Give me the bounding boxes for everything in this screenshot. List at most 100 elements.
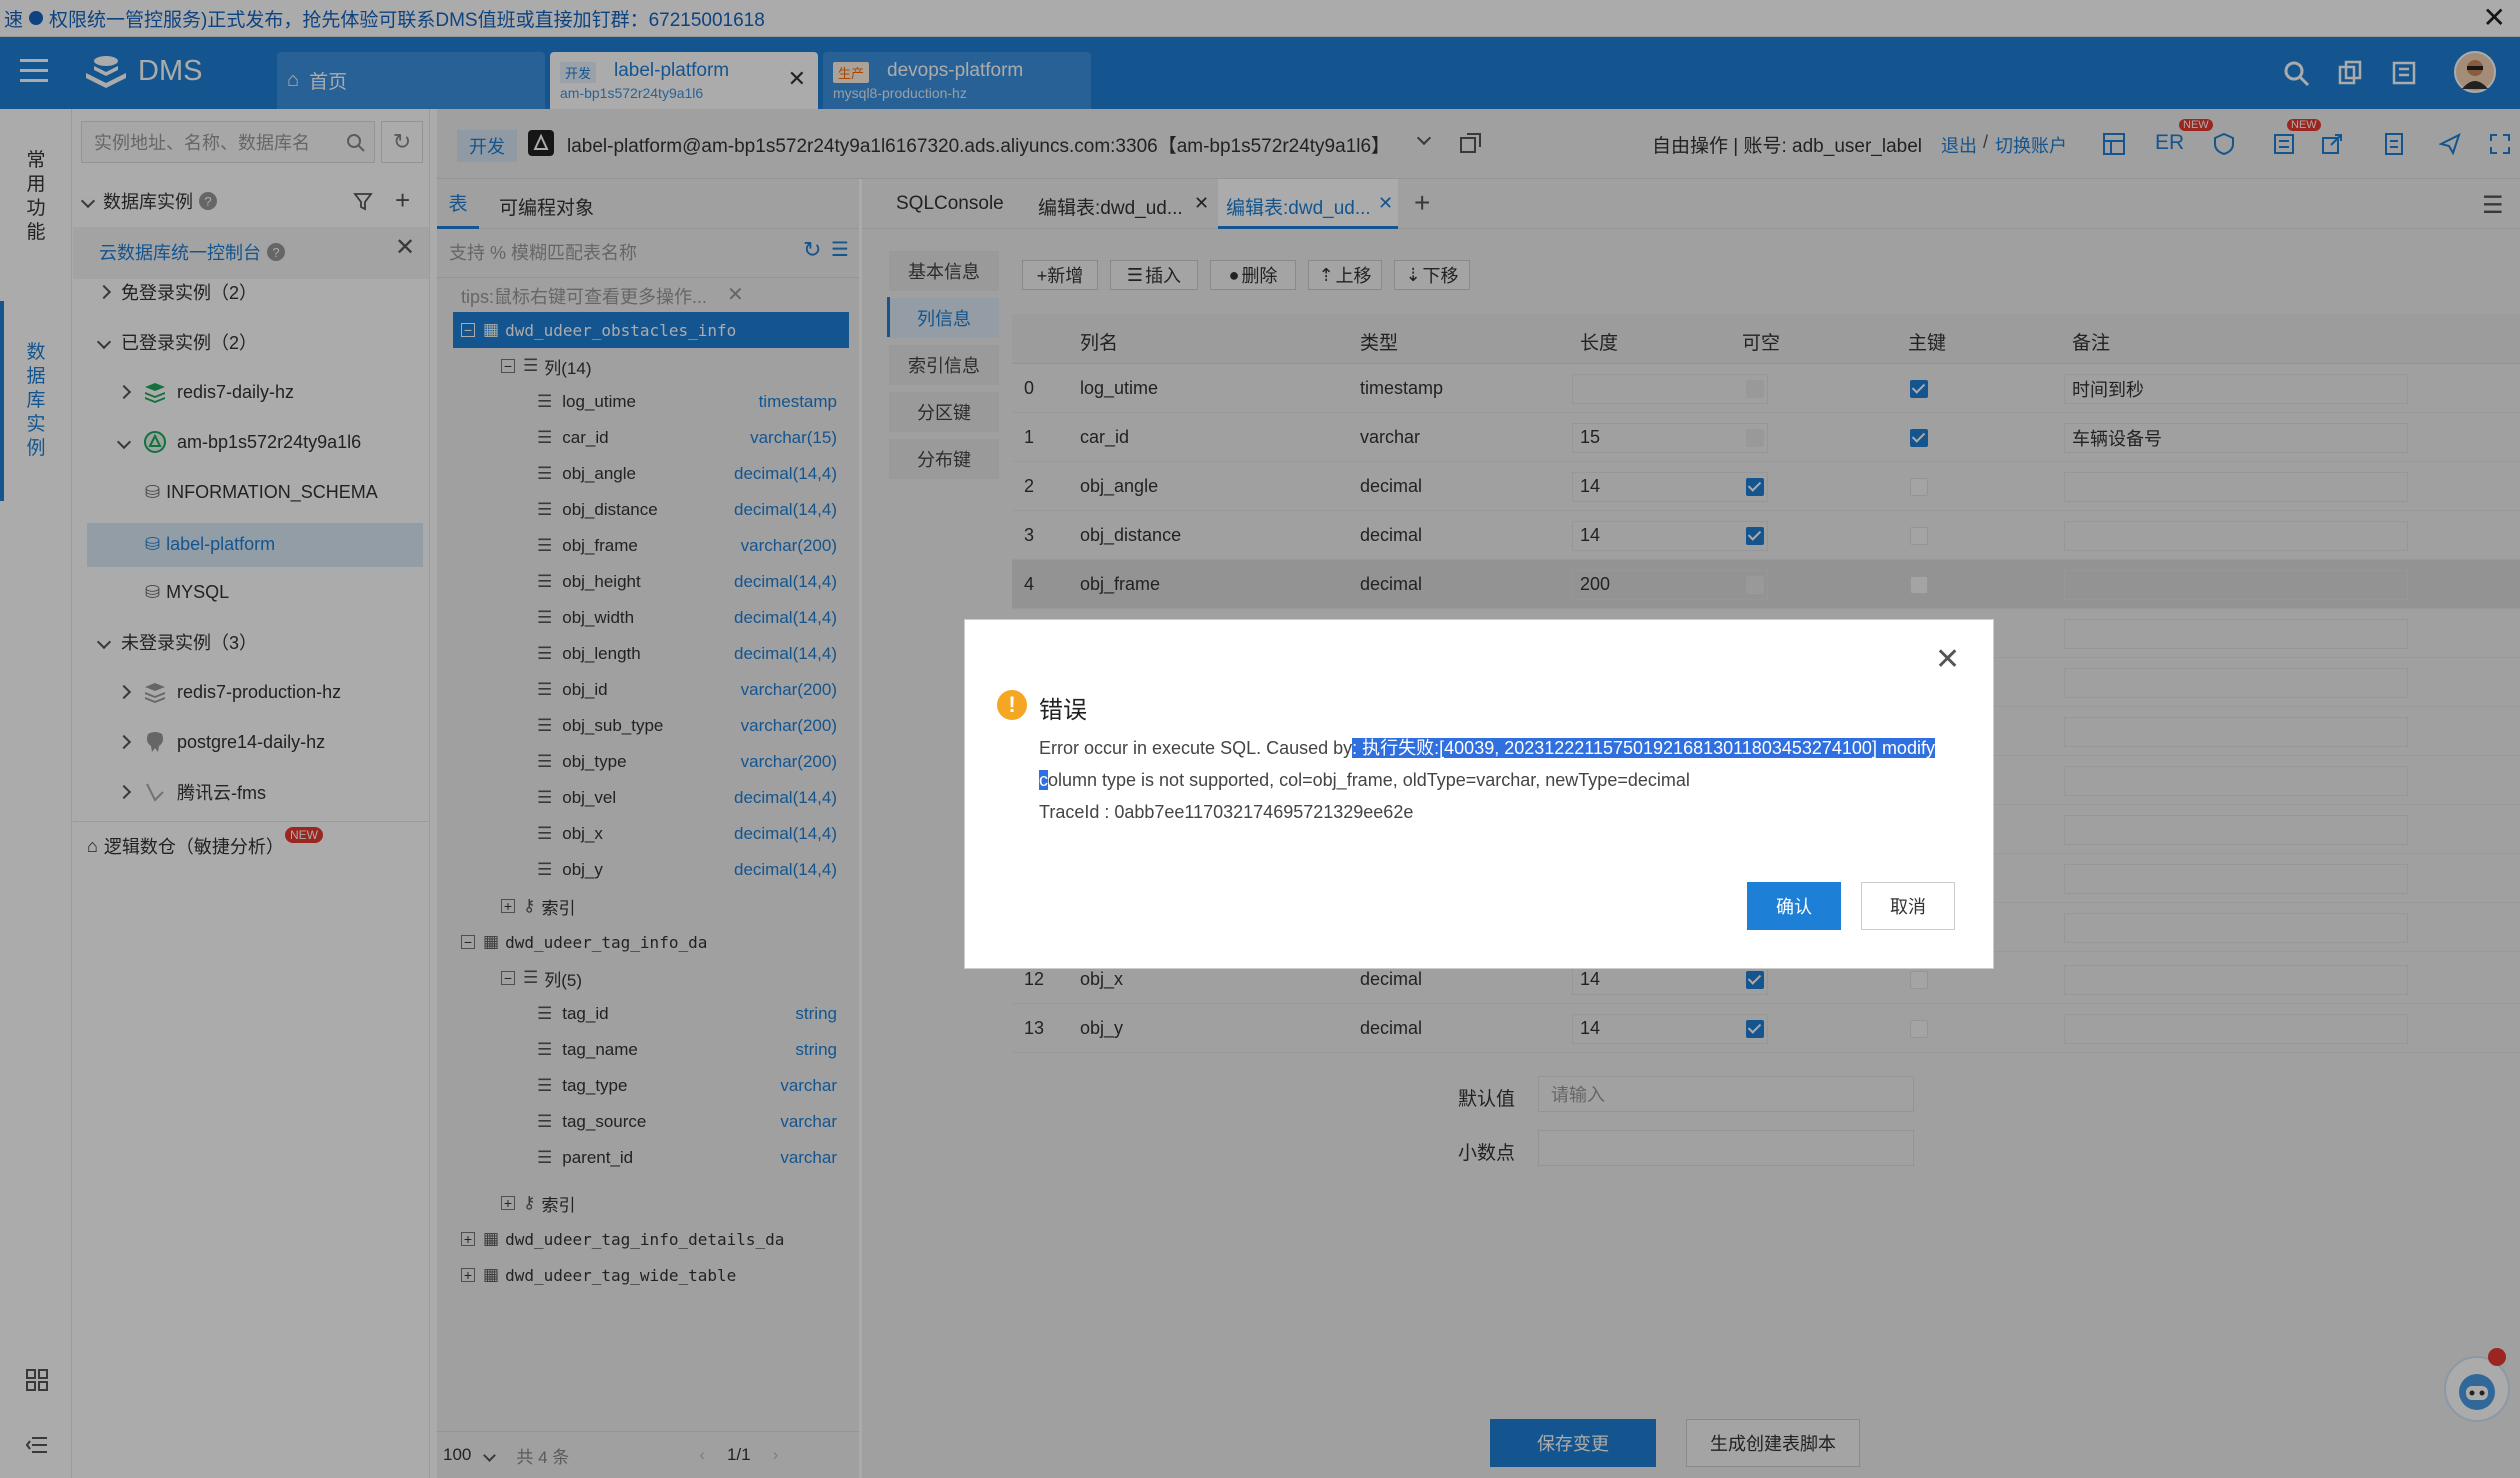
remark-input[interactable]	[2064, 1014, 2408, 1044]
remark-input[interactable]	[2064, 815, 2408, 845]
primary-key-checkbox[interactable]	[1910, 970, 1928, 989]
tab-home[interactable]: ⌂ 首页	[277, 52, 545, 109]
refresh-icon[interactable]: ↻	[803, 237, 821, 263]
toolbar-button[interactable]: ⇣ 下移	[1394, 260, 1470, 290]
switch-account-link[interactable]: 切换账户	[1995, 132, 2067, 158]
column-row[interactable]: ☰ obj_type varchar(200)	[537, 744, 857, 780]
grid-cell-pk[interactable]	[1910, 413, 1928, 462]
nullable-checkbox[interactable]	[1746, 428, 1764, 447]
tab-tables[interactable]: 表	[437, 179, 479, 229]
grid-cell-pk[interactable]	[1910, 1004, 1928, 1053]
table-icon[interactable]	[2103, 133, 2125, 155]
add-tab-icon[interactable]: +	[1414, 187, 1430, 219]
group-not-logged[interactable]: 未登录实例（3）	[96, 623, 257, 661]
menu-icon[interactable]: ☰	[2482, 191, 2504, 220]
column-row[interactable]: ☰ obj_distance decimal(14,4)	[537, 492, 857, 528]
column-row[interactable]: ☰ obj_width decimal(14,4)	[537, 600, 857, 636]
nullable-checkbox[interactable]	[1746, 1019, 1764, 1038]
rail-db-instance[interactable]: 数据库实例	[24, 341, 48, 461]
close-icon[interactable]: ✕	[1378, 193, 1393, 214]
rail-common-functions[interactable]: 常用功能	[24, 149, 48, 245]
confirm-button[interactable]: 确认	[1747, 882, 1841, 930]
collapse-icon[interactable]: −	[461, 934, 475, 950]
console-link[interactable]: 云数据库统一控制台 ?	[99, 233, 285, 271]
send-icon[interactable]	[2439, 133, 2461, 155]
tab-edit-table[interactable]: 编辑表:dwd_ud...	[1038, 193, 1183, 220]
nullable-checkbox[interactable]	[1746, 526, 1764, 545]
column-row[interactable]: ☰ obj_height decimal(14,4)	[537, 564, 857, 600]
generate-ddl-button[interactable]: 生成创建表脚本	[1686, 1419, 1860, 1467]
length-input[interactable]	[1572, 570, 1768, 600]
grid-row[interactable]: 13 obj_y decimal 14	[1012, 1004, 2520, 1053]
sidetab-item[interactable]: 分布键	[889, 439, 999, 479]
table-row[interactable]: + ▦ dwd_udeer_tag_info_details_da	[461, 1221, 881, 1257]
expand-icon[interactable]: +	[461, 1267, 475, 1283]
search-icon[interactable]	[2282, 59, 2310, 87]
tab-close-icon[interactable]: ✕	[788, 66, 806, 92]
remark-input[interactable]	[2064, 521, 2408, 551]
notice-close-icon[interactable]: ✕	[2483, 4, 2506, 32]
save-changes-button[interactable]: 保存变更	[1490, 1419, 1656, 1467]
chevron-down-icon[interactable]	[1416, 130, 1432, 146]
search-icon[interactable]	[346, 133, 366, 153]
connection-string[interactable]: label-platform@am-bp1s572r24ty9a1l616732…	[567, 131, 1390, 158]
menu-icon[interactable]	[20, 59, 48, 85]
expand-icon[interactable]: +	[461, 1231, 475, 1247]
collapse-icon[interactable]: −	[501, 358, 515, 374]
primary-key-checkbox[interactable]	[1910, 575, 1928, 594]
column-row[interactable]: ☰ obj_vel decimal(14,4)	[537, 780, 857, 816]
expand-icon[interactable]: +	[501, 898, 515, 914]
remark-input[interactable]	[2064, 717, 2408, 747]
column-row[interactable]: ☰ obj_y decimal(14,4)	[537, 852, 857, 888]
length-input[interactable]	[1572, 521, 1768, 551]
grid-cell-nullable[interactable]	[1746, 364, 1764, 413]
collapse-icon[interactable]	[26, 1435, 48, 1455]
column-row[interactable]: ☰ tag_id string	[537, 996, 857, 1032]
column-row[interactable]: ☰ obj_length decimal(14,4)	[537, 636, 857, 672]
chevron-down-icon[interactable]	[483, 1448, 497, 1462]
toolbar-button[interactable]: ⇡ 上移	[1308, 260, 1382, 290]
column-row[interactable]: ☰ tag_name string	[537, 1032, 857, 1068]
remark-input[interactable]	[2064, 472, 2408, 502]
instance-postgre14[interactable]: postgre14-daily-hz	[116, 723, 325, 761]
app-logo[interactable]: DMS	[82, 51, 202, 91]
columns-group[interactable]: − ☰ 列(14)	[501, 348, 921, 384]
columns-group[interactable]: − ☰ 列(5)	[501, 960, 921, 996]
export-icon[interactable]	[2321, 133, 2343, 155]
primary-key-checkbox[interactable]	[1910, 1019, 1928, 1038]
column-row[interactable]: ☰ obj_sub_type varchar(200)	[537, 708, 857, 744]
db-information-schema[interactable]: ⛁ INFORMATION_SCHEMA	[145, 473, 378, 511]
copy-icon[interactable]	[2336, 59, 2364, 87]
close-icon[interactable]: ✕	[727, 282, 744, 307]
remark-input[interactable]	[2064, 374, 2408, 404]
apps-grid-icon[interactable]	[26, 1369, 48, 1391]
remark-input[interactable]	[2064, 423, 2408, 453]
sidetab-item[interactable]: 索引信息	[889, 345, 999, 385]
list-toggle-icon[interactable]: ☰	[831, 237, 849, 262]
primary-key-checkbox[interactable]	[1910, 428, 1928, 447]
grid-cell-pk[interactable]	[1910, 511, 1928, 560]
new-window-icon[interactable]	[1459, 131, 1483, 155]
logout-link[interactable]: 退出	[1941, 132, 1977, 158]
length-input[interactable]	[1572, 965, 1768, 995]
table-search-input[interactable]: 支持 % 模糊匹配表名称	[449, 239, 637, 265]
instance-search-input[interactable]: 实例地址、名称、数据库名	[81, 121, 375, 163]
column-row[interactable]: ☰ obj_x decimal(14,4)	[537, 816, 857, 852]
primary-key-checkbox[interactable]	[1910, 379, 1928, 398]
collapse-icon[interactable]: −	[501, 970, 515, 986]
grid-cell-nullable[interactable]	[1746, 560, 1764, 609]
length-input[interactable]	[1572, 472, 1768, 502]
column-row[interactable]: ☰ tag_type varchar	[537, 1068, 857, 1104]
primary-key-checkbox[interactable]	[1910, 526, 1928, 545]
nullable-checkbox[interactable]	[1746, 970, 1764, 989]
cancel-button[interactable]: 取消	[1861, 882, 1955, 930]
tab-sqlconsole[interactable]: SQLConsole	[896, 193, 1004, 215]
length-input[interactable]	[1572, 374, 1768, 404]
toolbar-button[interactable]: ☰ 插入	[1110, 260, 1198, 290]
column-row[interactable]: ☰ log_utime timestamp	[537, 384, 857, 420]
nullable-checkbox[interactable]	[1746, 379, 1764, 398]
tab-label-platform[interactable]: 开发 label-platform am-bp1s572r24ty9a1l6 ✕	[550, 52, 818, 109]
tab-devops-platform[interactable]: 生产 devops-platform mysql8-production-hz	[823, 52, 1091, 109]
instance-redis7-daily[interactable]: redis7-daily-hz	[116, 373, 294, 411]
toolbar-button[interactable]: +新增	[1022, 260, 1098, 290]
